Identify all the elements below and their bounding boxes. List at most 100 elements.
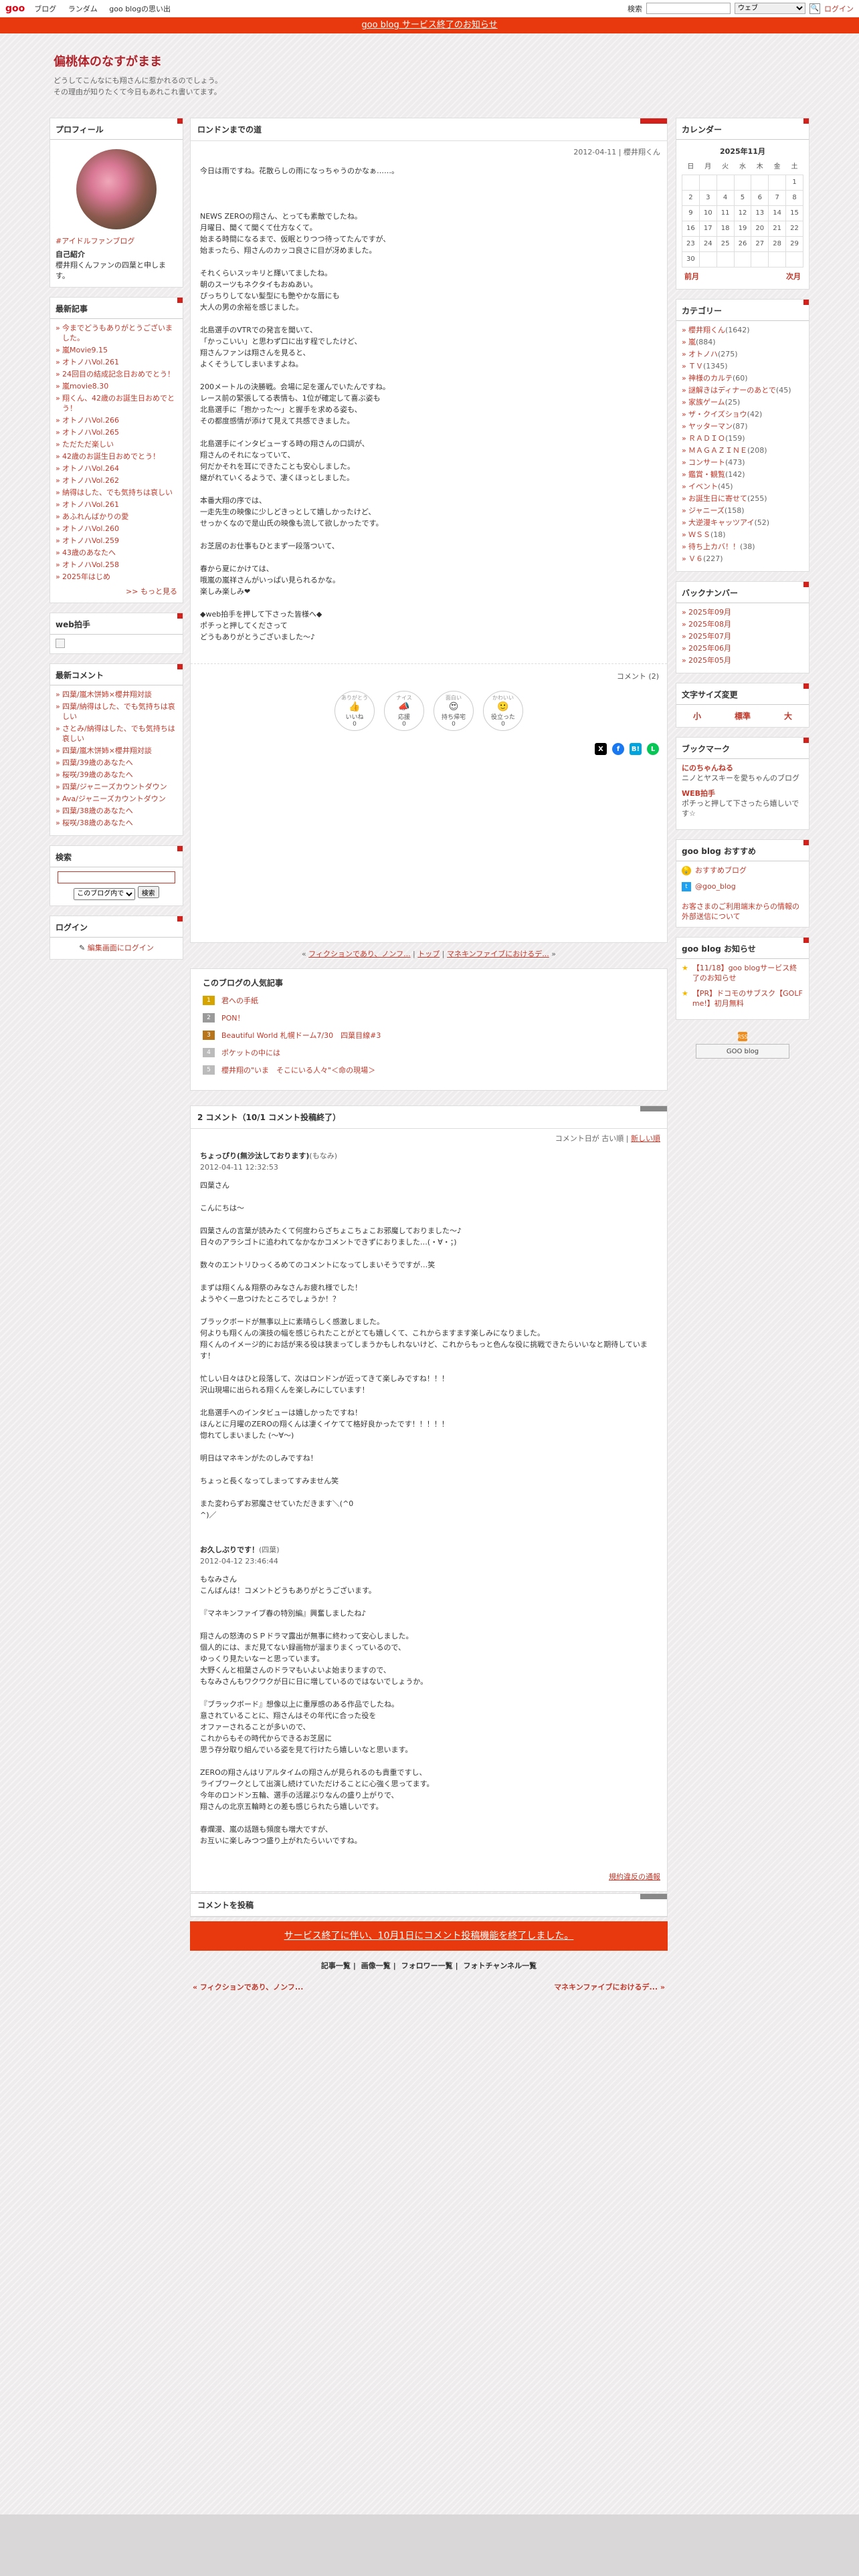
comment-count[interactable]: コメント (2) xyxy=(191,663,667,685)
recent-comment-item[interactable]: 四葉/嵐木饼姉×櫻井翔対談 xyxy=(56,746,177,756)
info-item[interactable]: ★ 【PR】ドコモのサブスク【GOLF me!】初月無料 xyxy=(682,988,803,1008)
followers-list-link[interactable]: フォロワー一覧 xyxy=(401,1961,453,1970)
recent-comment-item[interactable]: 四葉/38歳のあなたへ xyxy=(56,806,177,816)
search-input[interactable] xyxy=(646,3,731,14)
category-name[interactable]: ヤッターマン xyxy=(688,422,733,431)
recent-comment-item[interactable]: 桜咲/39歳のあなたへ xyxy=(56,770,177,780)
category-name[interactable]: 待ち上カバ！！ xyxy=(688,542,740,551)
popular-item-title[interactable]: 君への手紙 xyxy=(221,995,258,1006)
category-item[interactable]: お誕生日に寄せて(255) xyxy=(682,494,803,504)
recent-article-item[interactable]: オトノハVol.261 xyxy=(56,500,177,510)
pager-top[interactable]: トップ xyxy=(417,950,440,958)
category-item[interactable]: オトノハ(275) xyxy=(682,349,803,359)
osusume-blog-link[interactable]: おすすめブログ xyxy=(695,865,747,876)
reaction-button[interactable]: ありがとう 👍 いいね 0 xyxy=(335,691,375,731)
blog-search-button[interactable]: 検索 xyxy=(137,886,159,898)
category-name[interactable]: 神様のカルテ xyxy=(688,374,733,383)
popular-item[interactable]: 5 櫻井翔の"いま そこにいる人々"＜命の現場＞ xyxy=(203,1065,655,1075)
category-name[interactable]: Ｖ６ xyxy=(688,554,703,563)
category-item[interactable]: イベント(45) xyxy=(682,481,803,492)
category-item[interactable]: ＭＡＧＡＺＩＮＥ(208) xyxy=(682,445,803,455)
recent-article-item[interactable]: オトノハVol.260 xyxy=(56,524,177,534)
post-closed-banner[interactable]: サービス終了に伴い、10月1日にコメント投稿機能を終了しました。 xyxy=(190,1921,668,1951)
recent-comment-item[interactable]: さとみ/納得はした、でも気持ちは哀しい xyxy=(56,724,177,744)
nav-blog[interactable]: ブログ xyxy=(34,5,56,13)
recent-article-item[interactable]: 2025年はじめ xyxy=(56,572,177,582)
recent-article-item[interactable]: 翔くん、42歳のお誕生日おめでとう！ xyxy=(56,393,177,413)
category-item[interactable]: ＷＳＳ(18) xyxy=(682,530,803,540)
popular-item[interactable]: 1 君への手紙 xyxy=(203,995,655,1006)
reaction-button[interactable]: かわいい 🙂 役立った 0 xyxy=(483,691,523,731)
more-link[interactable]: >> もっと見る xyxy=(56,584,177,597)
blog-title[interactable]: 偏桃体のなすがまま xyxy=(54,52,222,70)
backnumber-item[interactable]: 2025年05月 xyxy=(682,655,803,665)
hatena-share-icon[interactable]: B! xyxy=(630,743,642,755)
category-name[interactable]: 家族ゲーム xyxy=(688,398,725,407)
recent-article-item[interactable]: ただただ楽しい xyxy=(56,439,177,449)
x-share-icon[interactable]: X xyxy=(595,743,607,755)
recent-comment-item[interactable]: 四葉/39歳のあなたへ xyxy=(56,758,177,768)
recent-article-item[interactable]: 43歳のあなたへ xyxy=(56,548,177,558)
reaction-button[interactable]: 面白い 😍 持ち帰宅 0 xyxy=(434,691,474,731)
recent-article-item[interactable]: オトノハVol.265 xyxy=(56,427,177,437)
recent-article-item[interactable]: 納得はした、でも気持ちは哀しい xyxy=(56,488,177,498)
category-item[interactable]: 神様のカルテ(60) xyxy=(682,373,803,383)
popular-item-title[interactable]: 櫻井翔の"いま そこにいる人々"＜命の現場＞ xyxy=(221,1065,375,1075)
osusume-blog-row[interactable]: 💡 おすすめブログ xyxy=(682,865,803,876)
category-name[interactable]: 鑑賞・観覧 xyxy=(688,470,725,479)
category-name[interactable]: 嵐 xyxy=(688,338,696,346)
category-item[interactable]: ＴＶ(1345) xyxy=(682,361,803,371)
sort-old[interactable]: 古い順 xyxy=(601,1134,624,1143)
category-name[interactable]: ＴＶ xyxy=(688,362,703,370)
category-item[interactable]: Ｖ６(227) xyxy=(682,554,803,564)
category-name[interactable]: ザ・クイズショウ xyxy=(688,410,747,419)
article-title[interactable]: ロンドンまでの道 xyxy=(191,118,667,141)
pager-prev[interactable]: フィクションであり、ノンフ... xyxy=(308,950,410,958)
category-name[interactable]: コンサート xyxy=(688,458,725,467)
font-large-button[interactable]: 大 xyxy=(784,710,792,722)
goo-blog-twitter-link[interactable]: @goo_blog xyxy=(695,881,736,892)
info-item-text[interactable]: 【11/18】goo blogサービス終了のお知らせ xyxy=(692,963,803,983)
category-name[interactable]: ジャニーズ xyxy=(688,506,725,515)
goo-logo[interactable]: goo xyxy=(5,3,25,14)
calendar-prev[interactable]: 前月 xyxy=(684,272,699,282)
recent-article-item[interactable]: 嵐Movie9.15 xyxy=(56,345,177,355)
notice-link[interactable]: goo blog サービス終了のお知らせ xyxy=(361,20,497,30)
recent-article-item[interactable]: オトノハVol.266 xyxy=(56,415,177,425)
recent-article-item[interactable]: 嵐movie8.30 xyxy=(56,381,177,391)
category-item[interactable]: 待ち上カバ！！(38) xyxy=(682,542,803,552)
recent-article-item[interactable]: 24回目の結成記念日おめでとう！ xyxy=(56,369,177,379)
sort-new[interactable]: 新しい順 xyxy=(631,1134,660,1143)
nav-random[interactable]: ランダム xyxy=(68,5,98,13)
recent-article-item[interactable]: あふれんばかりの愛 xyxy=(56,512,177,522)
images-list-link[interactable]: 画像一覧 xyxy=(361,1961,391,1970)
recent-article-item[interactable]: 42歳のお誕生日おめでとう！ xyxy=(56,451,177,461)
photo-channel-link[interactable]: フォトチャンネル一覧 xyxy=(463,1961,537,1970)
web-clap-image[interactable] xyxy=(56,639,65,648)
category-name[interactable]: ＷＳＳ xyxy=(688,530,710,539)
recent-comment-item[interactable]: 四葉/納得はした、でも気持ちは哀しい xyxy=(56,702,177,722)
login-link[interactable]: 編集画面にログイン xyxy=(88,944,154,952)
category-item[interactable]: コンサート(473) xyxy=(682,457,803,467)
popular-item[interactable]: 3 Beautiful World 札幌ドーム7/30 四葉目線#3 xyxy=(203,1030,655,1041)
popular-item[interactable]: 4 ポケットの中には xyxy=(203,1047,655,1058)
category-name[interactable]: ＲＡＤＩＯ xyxy=(688,434,725,443)
recent-article-item[interactable]: オトノハVol.262 xyxy=(56,475,177,486)
recent-article-item[interactable]: 今までどうもありがとうございました。 xyxy=(56,323,177,343)
category-item[interactable]: ＲＡＤＩＯ(159) xyxy=(682,433,803,443)
font-medium-button[interactable]: 標準 xyxy=(735,710,751,722)
backnumber-item[interactable]: 2025年08月 xyxy=(682,619,803,629)
category-item[interactable]: 家族ゲーム(25) xyxy=(682,397,803,407)
popular-item-title[interactable]: Beautiful World 札幌ドーム7/30 四葉目線#3 xyxy=(221,1030,381,1041)
recent-comment-item[interactable]: 四葉/ジャニーズカウントダウン xyxy=(56,782,177,792)
category-item[interactable]: 謎解きはディナーのあとで(45) xyxy=(682,385,803,395)
category-item[interactable]: ザ・クイズショウ(42) xyxy=(682,409,803,419)
category-name[interactable]: イベント xyxy=(688,482,718,491)
category-name[interactable]: お誕生日に寄せて xyxy=(688,494,747,503)
bookmark-title-link[interactable]: WEB拍手 xyxy=(682,788,803,798)
backnumber-item[interactable]: 2025年06月 xyxy=(682,643,803,653)
signin-link[interactable]: ログイン xyxy=(824,3,854,14)
recent-article-item[interactable]: オトノハVol.261 xyxy=(56,357,177,367)
bottom-next[interactable]: マネキンファイブにおけるデ... » xyxy=(554,1981,665,1992)
rss-icon[interactable]: RSS xyxy=(737,1032,748,1041)
